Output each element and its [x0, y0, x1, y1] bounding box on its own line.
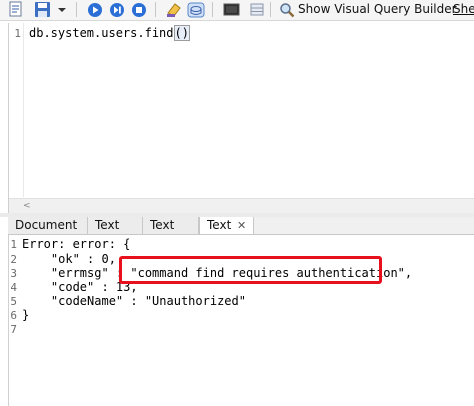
console-icon[interactable]	[223, 1, 240, 18]
dropdown-arrow-icon[interactable]	[57, 1, 67, 18]
clear-icon[interactable]	[165, 1, 183, 18]
bracket-match-highlight: ()	[173, 25, 190, 41]
run-selection-icon[interactable]	[109, 1, 125, 18]
result-line: }	[22, 308, 30, 322]
tab-label: Text	[150, 218, 175, 232]
tab-text-active[interactable]: Text ✕	[199, 217, 254, 234]
explain-icon[interactable]	[187, 1, 205, 18]
tab-label: Text	[207, 218, 232, 232]
tab-document[interactable]: Document	[8, 217, 88, 234]
tab-text-2[interactable]: Text	[143, 217, 199, 234]
save-icon[interactable]	[34, 1, 51, 18]
error-highlight-box	[119, 256, 382, 284]
tab-label: Document	[15, 218, 78, 232]
line-number: 6	[10, 309, 17, 322]
line-number: 5	[10, 295, 17, 308]
line-number: 1	[14, 27, 21, 40]
grid-icon[interactable]	[250, 1, 264, 18]
line-number: 2	[10, 253, 17, 266]
tab-text-1[interactable]: Text	[88, 217, 143, 234]
result-line: Error: error: {	[22, 237, 131, 251]
editor-code-line[interactable]: db.system.users.find()	[29, 25, 190, 41]
code-text: db.system.users.find	[29, 26, 174, 40]
result-tab-bar: Document Text Text Text ✕	[8, 217, 474, 235]
scroll-left-arrow-icon[interactable]: <	[23, 199, 31, 213]
visual-query-builder-button[interactable]: Show Visual Query Builder	[298, 1, 457, 18]
toolbar: Show Visual Query Builder She	[0, 0, 474, 21]
result-text-pane[interactable]: 1 2 3 4 5 6 7 Error: error: { "ok" : 0, …	[8, 235, 474, 406]
horizontal-scrollbar[interactable]: <	[9, 198, 474, 213]
result-line: "ok" : 0,	[22, 252, 116, 266]
visual-query-builder-icon[interactable]	[279, 1, 295, 18]
tab-label: Text	[95, 218, 120, 232]
editor-icon[interactable]	[9, 1, 23, 18]
she-button[interactable]: She	[453, 1, 474, 18]
editor-gutter: 1	[9, 23, 24, 197]
line-number: 1	[10, 238, 17, 251]
line-number: 3	[10, 267, 17, 280]
close-icon[interactable]: ✕	[237, 217, 246, 234]
run-icon[interactable]	[87, 1, 103, 18]
stop-icon[interactable]	[131, 1, 147, 18]
result-line: "codeName" : "Unauthorized"	[22, 294, 246, 308]
line-number: 7	[10, 323, 17, 336]
query-editor[interactable]: 1 db.system.users.find() <	[8, 23, 474, 213]
line-number: 4	[10, 281, 17, 294]
